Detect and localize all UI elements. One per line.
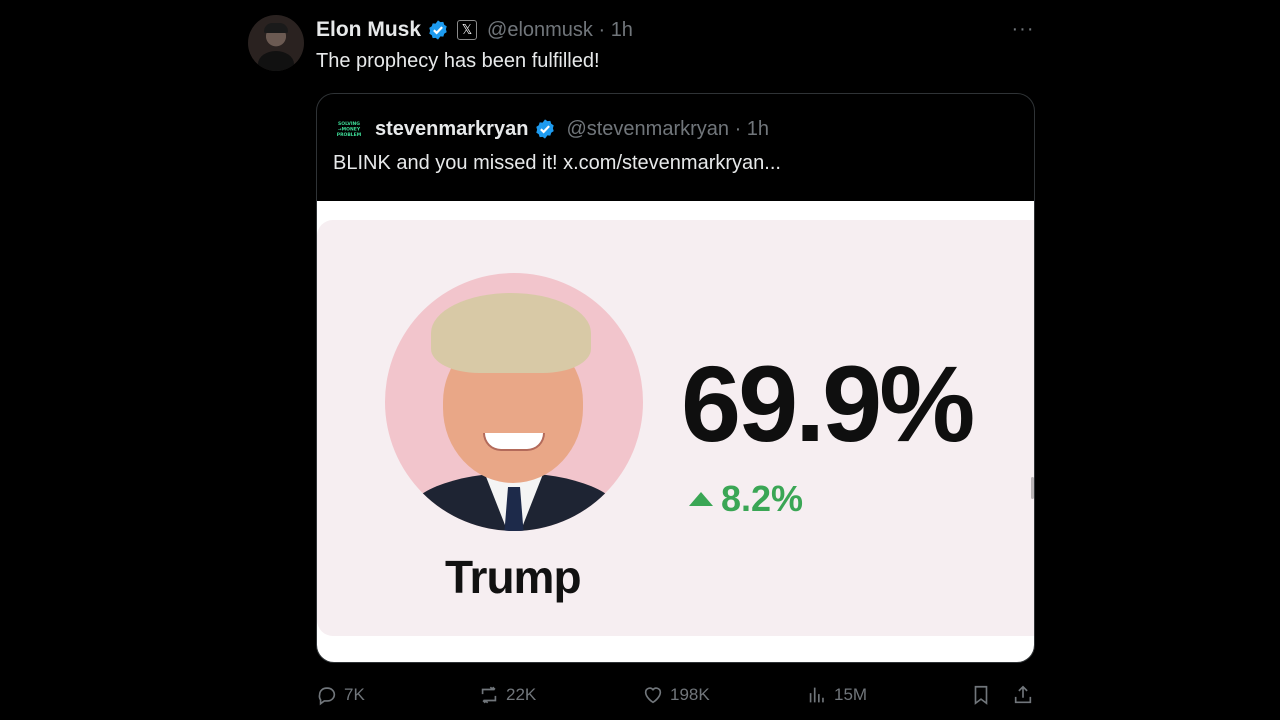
quoted-tweet[interactable]: SOLVING →MONEY PROBLEM stevenmarkryan @s…: [316, 93, 1035, 663]
quoted-media[interactable]: Trump 69.9% 8.2%: [317, 201, 1034, 662]
heart-icon: [644, 687, 662, 704]
views-icon: [809, 687, 824, 703]
tweet-header: Elon Musk 𝕏 @elonmusk · 1h: [316, 16, 633, 44]
odds-percentage: 69.9%: [681, 343, 975, 464]
odds-card: Trump 69.9% 8.2%: [317, 220, 1034, 636]
author-avatar[interactable]: [248, 15, 304, 71]
like-count: 198K: [670, 685, 710, 704]
tweet-text: The prophecy has been fulfilled!: [316, 50, 600, 72]
odds-change-value: 8.2%: [721, 478, 804, 519]
quoted-tweet-header: SOLVING →MONEY PROBLEM stevenmarkryan @s…: [333, 116, 769, 142]
bookmark-icon: [974, 685, 988, 705]
verified-badge-icon: [429, 20, 447, 40]
quoted-handle-and-time[interactable]: @stevenmarkryan · 1h: [566, 118, 769, 141]
candidate-portrait: [385, 273, 643, 531]
svg-text:PROBLEM: PROBLEM: [337, 132, 362, 138]
reply-count: 7K: [344, 685, 365, 704]
share-button[interactable]: [1012, 680, 1034, 710]
odds-change: 8.2%: [689, 478, 803, 520]
views-count: 15M: [834, 685, 868, 704]
affiliate-badge[interactable]: 𝕏: [457, 20, 478, 40]
handle-and-time[interactable]: @elonmusk · 1h: [487, 19, 633, 42]
quoted-tweet-text: BLINK and you missed it! x.com/stevenmar…: [333, 152, 781, 174]
candidate-name: Trump: [445, 551, 582, 603]
action-bar: 7K 22K 198K 15M: [316, 680, 1036, 710]
more-options-icon[interactable]: ···: [1010, 16, 1036, 42]
scroll-indicator: [1031, 477, 1034, 499]
repost-button[interactable]: 22K: [478, 680, 536, 710]
quoted-author-logo: SOLVING →MONEY PROBLEM: [333, 120, 365, 138]
svg-text:→MONEY: →MONEY: [338, 127, 361, 133]
reply-button[interactable]: 7K: [316, 680, 365, 710]
share-icon: [1014, 685, 1032, 704]
repost-count: 22K: [506, 685, 537, 704]
reply-icon: [318, 687, 336, 706]
repost-icon: [481, 686, 497, 704]
bookmark-button[interactable]: [970, 680, 992, 710]
author-name[interactable]: Elon Musk: [316, 18, 421, 42]
like-button[interactable]: 198K: [642, 680, 710, 710]
views-button[interactable]: 15M: [806, 680, 867, 710]
svg-text:SOLVING: SOLVING: [338, 121, 360, 127]
arrow-up-icon: [689, 492, 713, 506]
verified-badge-icon: [536, 119, 555, 139]
quoted-author-name[interactable]: stevenmarkryan: [375, 118, 528, 141]
